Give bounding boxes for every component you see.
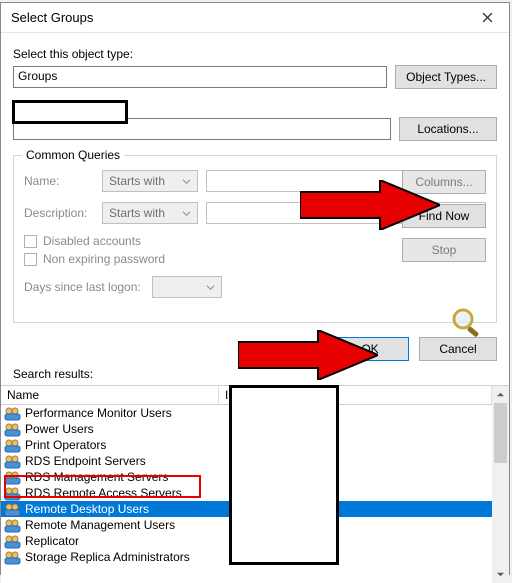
cancel-button[interactable]: Cancel — [419, 337, 497, 361]
row-name: Remote Desktop Users — [25, 502, 149, 516]
chevron-up-icon — [496, 390, 505, 399]
checkbox-icon — [24, 235, 37, 248]
name-match-combo[interactable]: Starts with — [102, 170, 198, 192]
group-icon — [4, 518, 21, 533]
group-icon — [4, 470, 21, 485]
scroll-thumb[interactable] — [494, 403, 507, 463]
object-types-button[interactable]: Object Types... — [395, 65, 497, 89]
chevron-down-icon — [182, 177, 191, 186]
row-name: Power Users — [25, 422, 94, 436]
row-name: Remote Management Users — [25, 518, 175, 532]
stop-button[interactable]: Stop — [402, 238, 486, 262]
row-name: Print Operators — [25, 438, 106, 452]
chevron-down-icon — [206, 283, 215, 292]
group-icon — [4, 454, 21, 469]
row-name: RDS Endpoint Servers — [25, 454, 146, 468]
row-name: Performance Monitor Users — [25, 406, 172, 420]
group-icon — [4, 550, 21, 565]
group-icon — [4, 502, 21, 517]
checkbox-icon — [24, 253, 37, 266]
row-name: RDS Management Servers — [25, 470, 168, 484]
days-since-combo[interactable] — [152, 276, 222, 298]
row-name: RDS Remote Access Servers — [25, 486, 182, 500]
description-label: Description: — [24, 206, 94, 220]
scroll-up-button[interactable] — [492, 386, 509, 403]
name-label: Name: — [24, 174, 94, 188]
group-icon — [4, 406, 21, 421]
locations-button[interactable]: Locations... — [399, 117, 497, 141]
magnifier-icon — [450, 306, 486, 338]
titlebar: Select Groups — [1, 3, 509, 33]
group-icon — [4, 534, 21, 549]
scrollbar[interactable] — [492, 386, 509, 583]
dialog-title: Select Groups — [11, 10, 93, 25]
group-icon — [4, 486, 21, 501]
common-queries-legend: Common Queries — [22, 148, 124, 162]
scroll-down-button[interactable] — [492, 566, 509, 583]
chevron-down-icon — [182, 209, 191, 218]
combo-value: Starts with — [109, 206, 165, 220]
combo-value: Starts with — [109, 174, 165, 188]
annotation-arrow — [300, 180, 440, 230]
object-type-field[interactable]: Groups — [13, 66, 387, 88]
days-since-label: Days since last logon: — [24, 280, 144, 294]
row-name: Storage Replica Administrators — [25, 550, 190, 564]
checkbox-label: Non expiring password — [43, 252, 165, 266]
close-icon — [482, 12, 493, 23]
row-name: Replicator — [25, 534, 79, 548]
checkbox-label: Disabled accounts — [43, 234, 141, 248]
annotation-arrow — [238, 330, 378, 380]
close-button[interactable] — [465, 3, 509, 33]
group-icon — [4, 422, 21, 437]
object-type-label: Select this object type: — [13, 47, 497, 61]
annotation-redaction — [12, 100, 128, 124]
group-icon — [4, 438, 21, 453]
description-match-combo[interactable]: Starts with — [102, 202, 198, 224]
chevron-down-icon — [496, 570, 505, 579]
annotation-redaction — [229, 385, 339, 565]
column-header-name[interactable]: Name — [1, 386, 219, 404]
